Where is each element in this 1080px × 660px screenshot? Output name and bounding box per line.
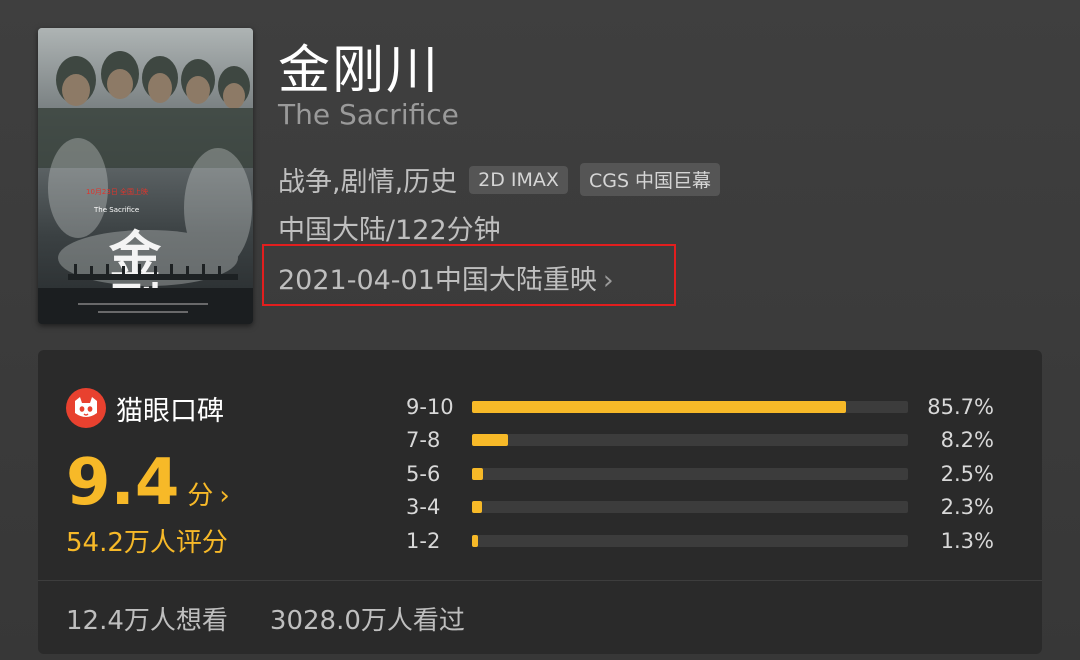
chevron-right-icon: › <box>602 265 614 296</box>
distribution-bar-track <box>472 534 908 547</box>
release-highlight-box: 2021-04-01中国大陆重映 › <box>262 244 676 306</box>
distribution-percent: 85.7% <box>927 394 994 419</box>
score-distribution: 9-10 85.7% 7-8 8.2% 5-6 2.5% 3-4 2.3% 1-2 1.3% <box>406 390 1006 558</box>
distribution-label: 5-6 <box>406 461 441 486</box>
distribution-bar-track <box>472 434 908 447</box>
poster-subtitle-text: The Sacrifice <box>93 206 139 214</box>
distribution-percent: 1.3% <box>940 528 994 553</box>
score-value: 9.4 <box>66 446 180 520</box>
distribution-bar-fill <box>472 534 478 547</box>
brand-name: 猫眼口碑 <box>116 395 224 427</box>
genre-row: 战争,剧情,历史 2D IMAX CGS 中国巨幕 <box>278 160 721 199</box>
distribution-bar-fill <box>472 400 846 413</box>
poster-art: 金刚川 10月23日 全国上映 The Sacrifice <box>38 28 253 324</box>
distribution-percent: 2.3% <box>940 495 994 520</box>
distribution-row: 5-6 2.5% <box>406 457 1006 491</box>
distribution-bar-fill <box>472 467 483 480</box>
distribution-row: 7-8 8.2% <box>406 424 1006 458</box>
movie-detail-page: 金刚川 10月23日 全国上映 The Sacrifice 金刚川 The Sa… <box>0 0 1080 660</box>
maoyan-brand: 猫眼口碑 <box>66 388 224 428</box>
cat-logo-icon <box>66 388 106 428</box>
distribution-bar-fill <box>472 434 508 447</box>
movie-genres: 战争,剧情,历史 <box>278 167 458 198</box>
rating-count: 54.2万人评分 <box>66 528 228 558</box>
score-unit: 分 <box>187 481 214 511</box>
distribution-percent: 8.2% <box>940 428 994 453</box>
score-link[interactable]: 9.4 分 › <box>66 446 230 520</box>
audience-stats: 12.4万人想看 3028.0万人看过 <box>66 600 465 637</box>
distribution-label: 3-4 <box>406 495 441 520</box>
movie-poster[interactable]: 金刚川 10月23日 全国上映 The Sacrifice <box>38 28 253 324</box>
divider <box>38 580 1042 581</box>
distribution-row: 3-4 2.3% <box>406 491 1006 525</box>
release-date-link[interactable]: 2021-04-01中国大陆重映 › <box>278 258 614 297</box>
movie-title-english: The Sacrifice <box>278 98 459 131</box>
distribution-bar-track <box>472 467 908 480</box>
poster-badge-text: 10月23日 全国上映 <box>86 187 148 196</box>
format-tag-imax: 2D IMAX <box>469 165 568 194</box>
distribution-bar-fill <box>472 501 483 514</box>
distribution-bar-track <box>472 400 908 413</box>
distribution-bar-track <box>472 501 908 514</box>
want-to-see-count: 12.4万人想看 <box>66 606 228 636</box>
release-date-text: 2021-04-01中国大陆重映 <box>278 265 597 296</box>
distribution-label: 7-8 <box>406 428 441 453</box>
chevron-right-icon: › <box>219 481 230 511</box>
distribution-label: 1-2 <box>406 528 441 553</box>
distribution-label: 9-10 <box>406 394 454 419</box>
watched-count: 3028.0万人看过 <box>269 606 465 636</box>
distribution-row: 9-10 85.7% <box>406 390 1006 424</box>
distribution-row: 1-2 1.3% <box>406 524 1006 558</box>
distribution-percent: 2.5% <box>940 461 994 486</box>
region-duration: 中国大陆/122分钟 <box>278 215 501 246</box>
movie-title: 金刚川 <box>278 41 441 101</box>
rating-card: 猫眼口碑 9.4 分 › 54.2万人评分 9-10 85.7% 7-8 8.2% 5-… <box>38 350 1042 654</box>
format-tag-cgs: CGS 中国巨幕 <box>579 163 721 196</box>
